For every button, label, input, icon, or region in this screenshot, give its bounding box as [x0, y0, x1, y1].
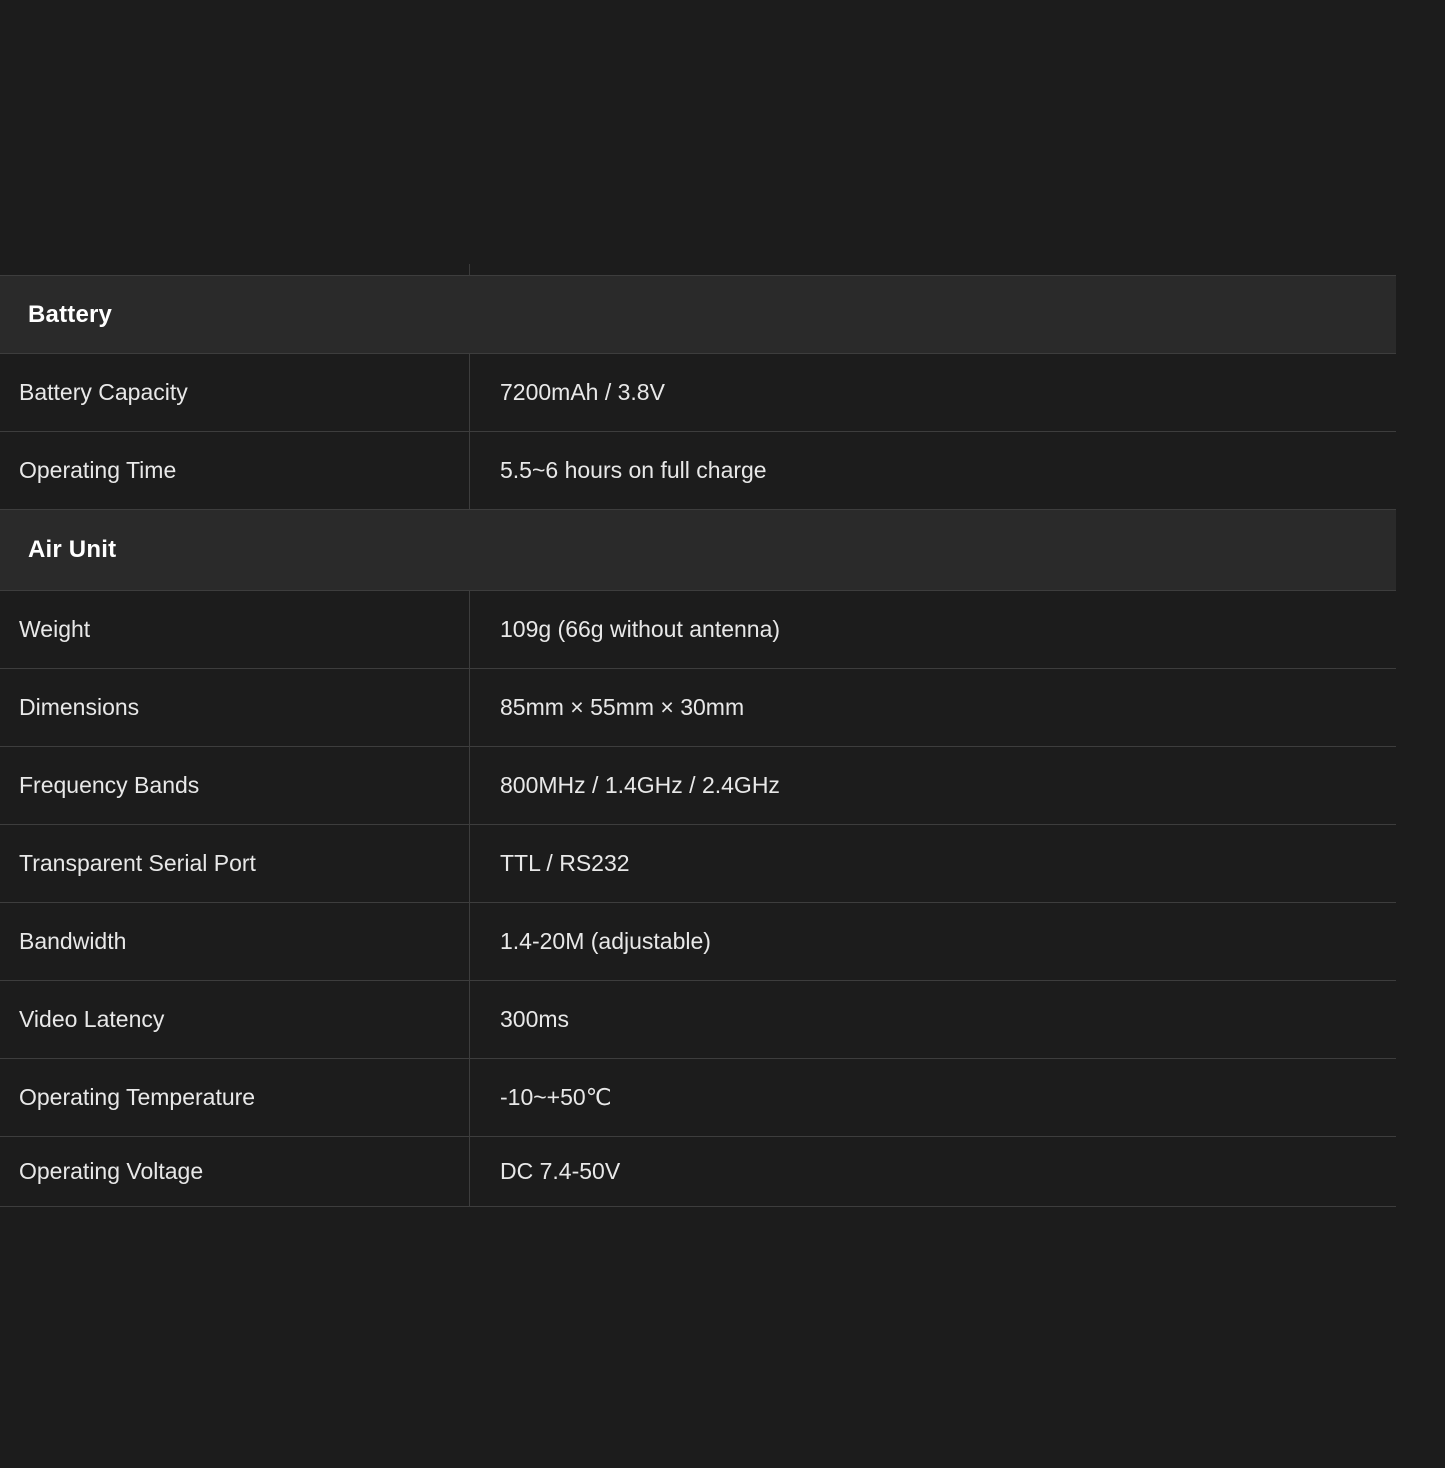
spec-row-transparent-serial-port: Transparent Serial Port TTL / RS232	[0, 825, 1396, 903]
section-title: Air Unit	[28, 536, 117, 563]
section-header-battery: Battery	[0, 276, 1396, 354]
spec-label: Dimensions	[0, 669, 470, 746]
spec-label: Operating Temperature	[0, 1059, 470, 1136]
spec-value: TTL / RS232	[500, 850, 630, 876]
spec-value: 300ms	[500, 1006, 570, 1032]
spec-label: Transparent Serial Port	[0, 825, 470, 902]
spec-value: DC 7.4-50V	[500, 1158, 621, 1184]
spec-row-video-latency: Video Latency 300ms	[0, 981, 1396, 1059]
spec-value: -10~+50℃	[500, 1084, 612, 1110]
spec-table: Battery Battery Capacity 7200mAh / 3.8V …	[0, 275, 1396, 1207]
spec-row-frequency-bands: Frequency Bands 800MHz / 1.4GHz / 2.4GHz	[0, 747, 1396, 825]
spec-value: 800MHz / 1.4GHz / 2.4GHz	[500, 772, 780, 798]
spec-label: Operating Voltage	[0, 1137, 470, 1206]
spec-label: Frequency Bands	[0, 747, 470, 824]
spec-value: 5.5~6 hours on full charge	[500, 457, 767, 483]
spec-row-operating-temperature: Operating Temperature -10~+50℃	[0, 1059, 1396, 1137]
spec-value: 85mm × 55mm × 30mm	[500, 694, 745, 720]
section-header-air-unit: Air Unit	[0, 510, 1396, 591]
spec-value: 109g (66g without antenna)	[500, 616, 781, 642]
spec-row-weight: Weight 109g (66g without antenna)	[0, 591, 1396, 669]
spec-label: Battery Capacity	[0, 354, 470, 431]
spec-value: 1.4-20M (adjustable)	[500, 928, 711, 954]
spec-row-dimensions: Dimensions 85mm × 55mm × 30mm	[0, 669, 1396, 747]
spec-row-operating-time: Operating Time 5.5~6 hours on full charg…	[0, 432, 1396, 510]
spec-row-battery-capacity: Battery Capacity 7200mAh / 3.8V	[0, 354, 1396, 432]
spec-value: 7200mAh / 3.8V	[500, 379, 665, 405]
spec-row-operating-voltage: Operating Voltage DC 7.4-50V	[0, 1137, 1396, 1207]
spec-label: Operating Time	[0, 432, 470, 509]
spec-label: Weight	[0, 591, 470, 668]
spec-row-bandwidth: Bandwidth 1.4-20M (adjustable)	[0, 903, 1396, 981]
section-title: Battery	[28, 300, 113, 328]
spec-label: Bandwidth	[0, 903, 470, 980]
spec-label: Video Latency	[0, 981, 470, 1058]
